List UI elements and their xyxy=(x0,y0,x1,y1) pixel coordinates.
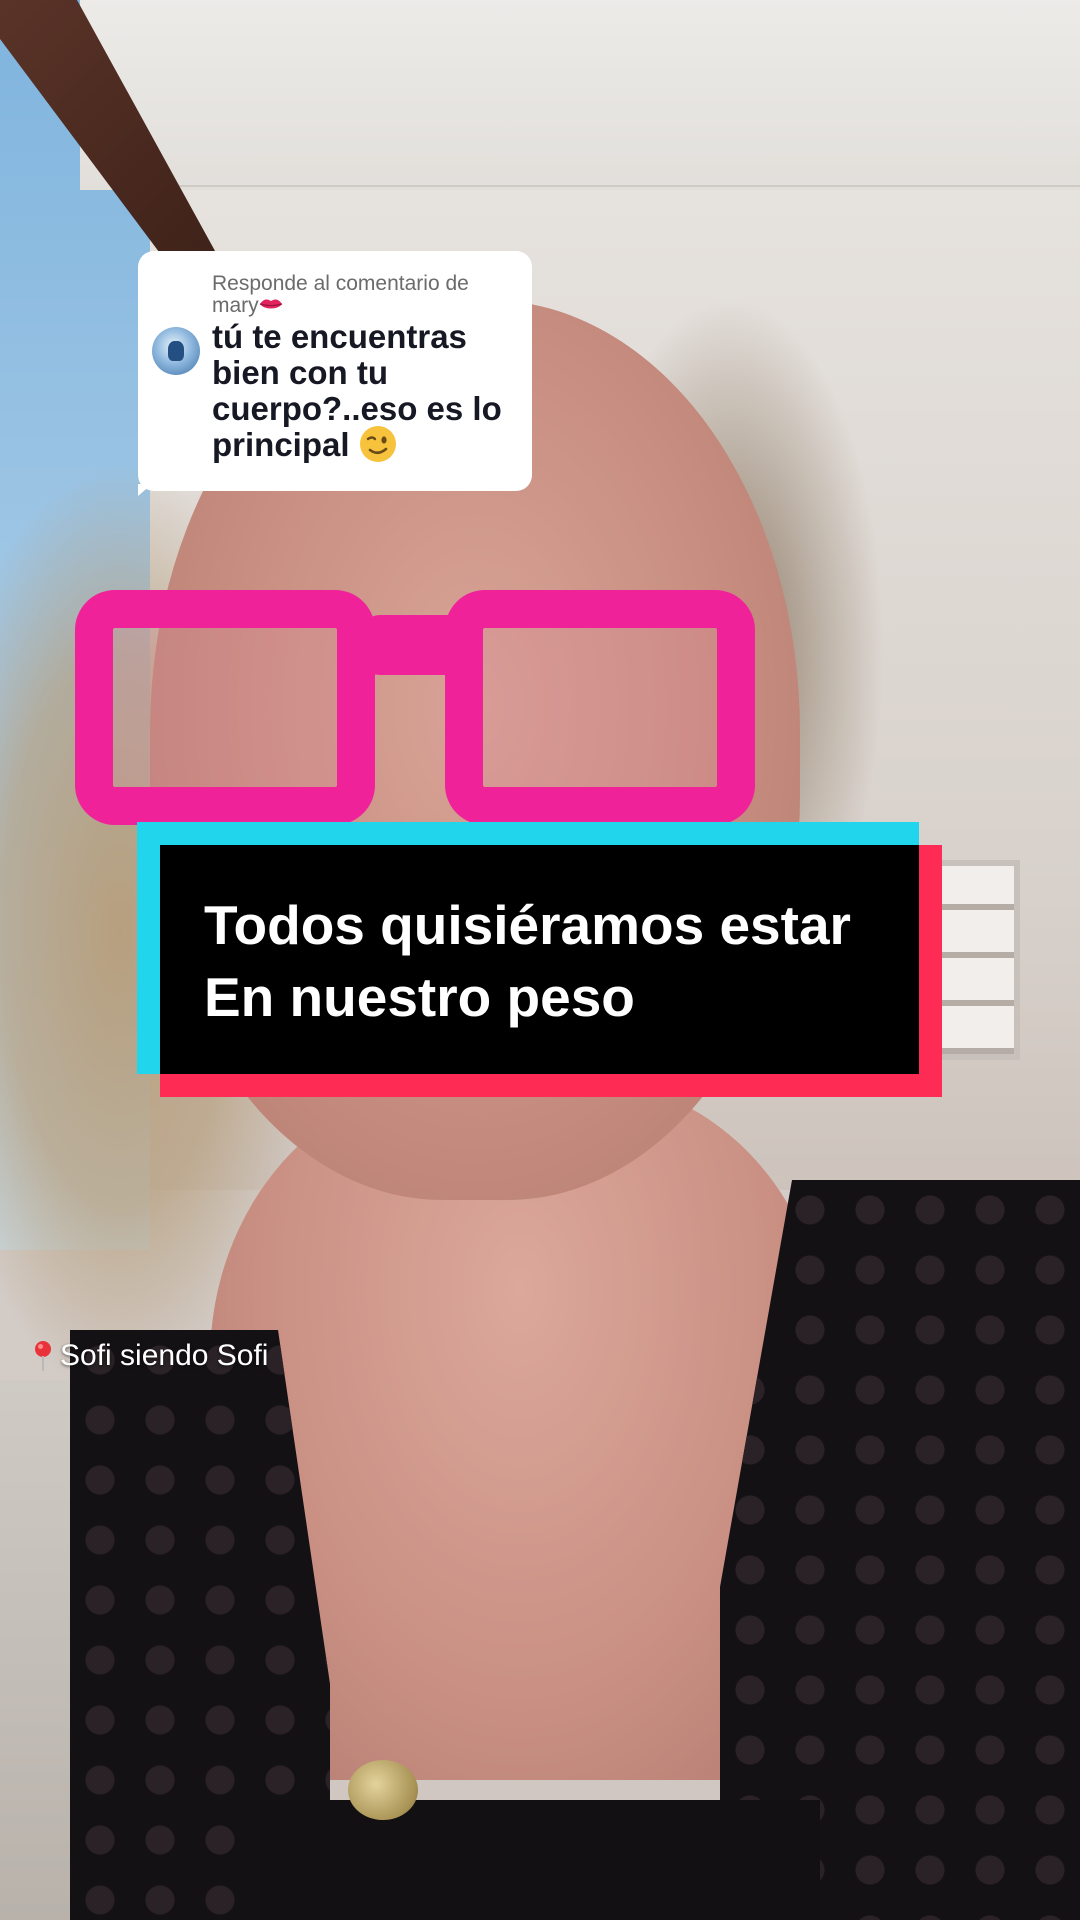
caption-sticker[interactable]: Todos quisiéramos estar En nuestro peso xyxy=(137,822,942,1097)
glasses-bridge xyxy=(360,615,470,675)
reply-sticker-tail xyxy=(138,484,166,496)
reply-comment-sticker[interactable]: Responde al comentario de mary tú te encu… xyxy=(138,251,532,491)
ceiling-edge xyxy=(150,185,1080,187)
necklace-pendant xyxy=(348,1760,418,1820)
lips-icon xyxy=(259,299,282,309)
location-label: Sofi siendo Sofi xyxy=(60,1339,269,1372)
location-tag[interactable]: Sofi siendo Sofi xyxy=(30,1336,268,1376)
comment-body: tú te encuentras bien con tu cuerpo?..es… xyxy=(212,318,502,463)
caption-box: Todos quisiéramos estar En nuestro peso xyxy=(160,845,919,1074)
caption-line-2: En nuestro peso xyxy=(204,966,635,1028)
reply-header-prefix: Responde al comentario de xyxy=(212,272,469,295)
commenter-avatar[interactable] xyxy=(152,327,200,375)
glasses-right-lens xyxy=(445,590,755,825)
ceiling xyxy=(80,0,1080,190)
glasses-left-lens xyxy=(75,590,375,825)
black-top xyxy=(260,1800,820,1920)
winking-face-icon xyxy=(359,426,396,463)
commenter-name: mary xyxy=(212,294,259,317)
caption-line-1: Todos quisiéramos estar xyxy=(204,894,851,956)
location-pin-icon xyxy=(35,1341,51,1371)
video-frame[interactable]: Responde al comentario de mary tú te encu… xyxy=(0,0,1080,1920)
reply-header: Responde al comentario de mary xyxy=(212,273,514,317)
comment-text: tú te encuentras bien con tu cuerpo?..es… xyxy=(212,319,514,466)
